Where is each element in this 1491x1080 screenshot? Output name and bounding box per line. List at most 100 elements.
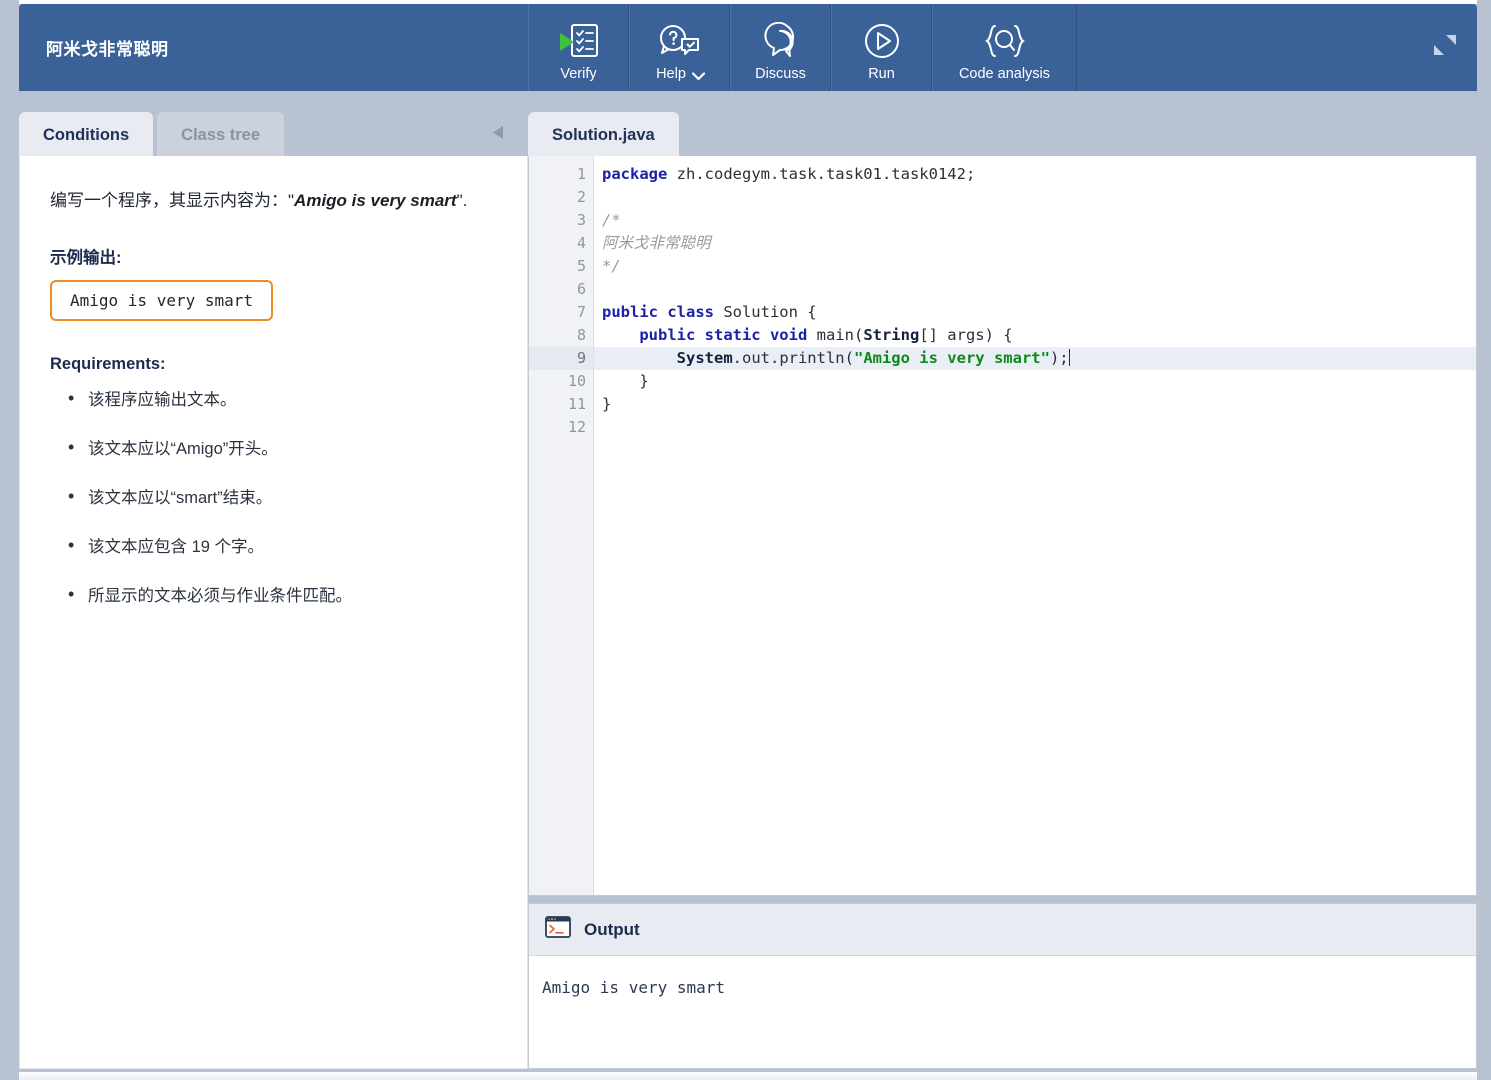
editor-tabstrip: Solution.java — [528, 108, 1477, 158]
code-token: 阿米戈非常聪明 — [602, 234, 711, 252]
verify-button[interactable]: Verify — [528, 4, 629, 91]
code-line[interactable]: } — [594, 370, 1476, 393]
code-line[interactable]: } — [594, 393, 1476, 416]
code-token: "Amigo is very smart" — [853, 349, 1050, 367]
code-token: zh.codegym.task.task01.task0142; — [667, 165, 976, 183]
task-description: 编写一个程序，其显示内容为："Amigo is very smart". — [50, 186, 501, 216]
code-analysis-button[interactable]: Code analysis — [932, 4, 1077, 91]
window-bottom-edge — [19, 1072, 1477, 1080]
help-label-text: Help — [656, 66, 686, 82]
help-question-icon — [658, 19, 702, 63]
code-line[interactable]: 阿米戈非常聪明 — [594, 232, 1476, 255]
list-item: 所显示的文本必须与作业条件匹配。 — [50, 582, 501, 608]
list-item: 该程序应输出文本。 — [50, 386, 501, 412]
collapse-left-arrow-icon[interactable] — [492, 125, 506, 145]
editor-gutter: 1 2 3 4 5 6 7 8 9 10 11 12 — [529, 156, 603, 895]
code-line[interactable] — [594, 278, 1476, 301]
line-number: 5 — [576, 257, 586, 275]
tab-conditions[interactable]: Conditions — [19, 112, 154, 158]
code-line[interactable]: public static void main(String[] args) { — [594, 324, 1476, 347]
verify-checklist-icon — [558, 19, 600, 63]
code-token: Solution { — [713, 303, 817, 321]
code-analysis-button-label: Code analysis — [958, 66, 1051, 82]
line-number: 3 — [529, 209, 603, 232]
left-tabstrip-filler — [284, 112, 528, 158]
tab-class-tree[interactable]: Class tree — [157, 112, 285, 158]
output-panel: Output Amigo is very smart — [528, 903, 1477, 1069]
line-number: 7 — [529, 301, 603, 324]
run-button[interactable]: Run — [831, 4, 932, 91]
expand-collapse-diagonal-icon — [1432, 32, 1458, 63]
code-editor-panel[interactable]: 1 2 3 4 5 6 7 8 9 10 11 12 package zh.codegym.task.… — [528, 156, 1477, 896]
codegym-task-app: 阿米戈非常聪明 Verify Help Discuss Run Code ana… — [0, 0, 1491, 1080]
editor-code-area[interactable]: package zh.codegym.task.task01.task0142;… — [594, 156, 1476, 895]
code-token: main( — [807, 326, 864, 344]
help-button-label: Help — [656, 66, 706, 82]
output-text: Amigo is very smart — [542, 978, 726, 997]
code-line[interactable] — [594, 186, 1476, 209]
code-token: /* — [602, 211, 621, 229]
code-token: package — [602, 165, 668, 183]
conditions-content: 编写一个程序，其显示内容为："Amigo is very smart". 示例输… — [20, 156, 527, 608]
run-play-circle-icon — [863, 19, 901, 63]
code-analysis-braces-magnifier-icon — [979, 19, 1031, 63]
discuss-button[interactable]: Discuss — [730, 4, 831, 91]
code-token: } — [602, 395, 612, 413]
editor-tabstrip-filler — [679, 112, 1477, 158]
discuss-speech-bubbles-icon — [760, 19, 802, 63]
requirements-list: 该程序应输出文本。 该文本应以“Amigo”开头。 该文本应以“smart”结束… — [50, 386, 501, 608]
help-button[interactable]: Help — [629, 4, 730, 91]
page-title: 阿米戈非常聪明 — [46, 40, 169, 59]
code-token: System — [676, 349, 733, 367]
verify-button-label: Verify — [560, 66, 597, 82]
code-token: [] args) { — [919, 326, 1013, 344]
list-item: 该文本应以“Amigo”开头。 — [50, 435, 501, 461]
toolbar-buttons: Verify Help Discuss Run Code analysis — [528, 4, 1077, 91]
code-token: } — [602, 372, 649, 390]
window-left-edge — [0, 0, 19, 1080]
code-token: .out.println( — [732, 349, 854, 367]
code-token: public class — [602, 303, 714, 321]
output-header: Output — [529, 904, 1476, 956]
line-number: 1 — [576, 165, 586, 183]
expand-collapse-button[interactable] — [1413, 4, 1477, 91]
line-number: 11 — [567, 395, 586, 413]
line-number: 8 — [529, 324, 603, 347]
code-line[interactable]: */ — [594, 255, 1476, 278]
line-number: 2 — [576, 188, 586, 206]
code-token: public static void — [639, 326, 808, 344]
task-description-prefix: 编写一个程序，其显示内容为： — [50, 191, 288, 210]
sample-output-box: Amigo is very smart — [50, 280, 274, 321]
discuss-button-label: Discuss — [755, 66, 806, 82]
run-button-label: Run — [868, 66, 895, 82]
tab-solution-java[interactable]: Solution.java — [528, 112, 679, 158]
code-line[interactable]: public class Solution { — [594, 301, 1476, 324]
terminal-prompt-icon — [545, 916, 571, 943]
task-description-emphasis: Amigo is very smart — [294, 191, 457, 210]
code-line[interactable]: package zh.codegym.task.task01.task0142; — [594, 163, 1476, 186]
list-item: 该文本应以“smart”结束。 — [50, 484, 501, 510]
window-right-edge — [1477, 0, 1491, 1080]
top-toolbar: 阿米戈非常聪明 Verify Help Discuss Run Code ana… — [19, 4, 1477, 91]
line-number: 9 — [529, 347, 593, 370]
output-title: Output — [584, 919, 640, 939]
requirements-heading: Requirements: — [50, 355, 166, 373]
text-caret — [1068, 349, 1070, 366]
chevron-down-icon — [691, 69, 706, 80]
list-item: 该文本应包含 19 个字。 — [50, 533, 501, 559]
code-token: */ — [602, 257, 621, 275]
line-number: 4 — [576, 234, 586, 252]
code-line[interactable]: /* — [594, 209, 1476, 232]
code-token: String — [863, 326, 920, 344]
line-number: 6 — [576, 280, 586, 298]
sample-output-heading: 示例输出: — [50, 249, 122, 267]
code-line[interactable] — [594, 416, 1476, 439]
code-line[interactable]: System.out.println("Amigo is very smart"… — [594, 347, 1476, 370]
line-number: 10 — [567, 372, 586, 390]
code-token: ); — [1049, 349, 1069, 367]
line-number: 12 — [567, 418, 586, 436]
left-panel-tabstrip: Conditions Class tree — [19, 108, 528, 158]
